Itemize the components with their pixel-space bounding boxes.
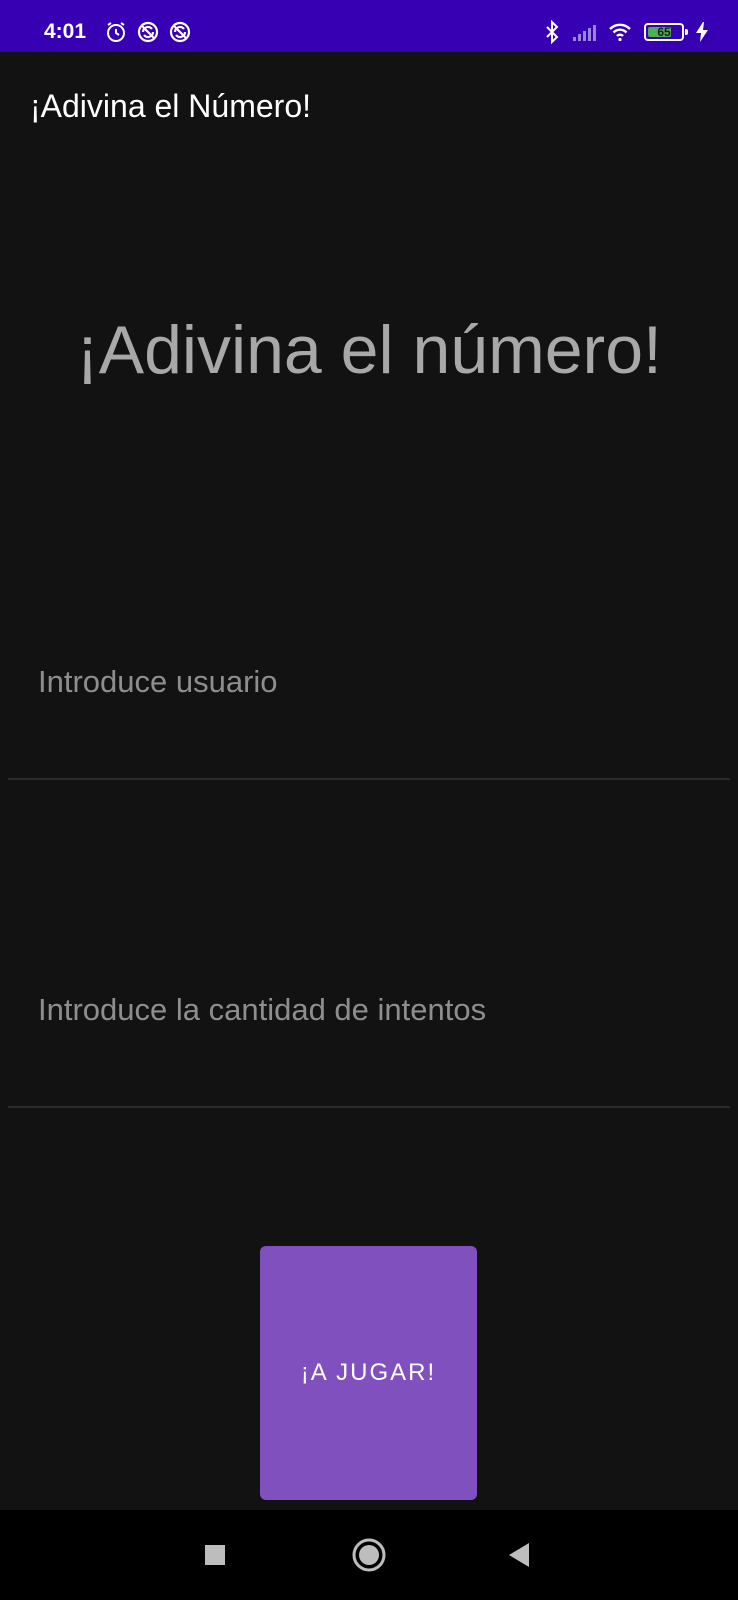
user-input[interactable] (38, 630, 698, 778)
signal-icon (572, 23, 596, 41)
back-icon[interactable] (494, 1530, 544, 1580)
attempts-input[interactable] (38, 958, 698, 1106)
user-field (8, 630, 730, 780)
status-time: 4:01 (44, 20, 87, 43)
page-title: ¡Adivina el número! (76, 312, 662, 388)
navigation-bar (0, 1510, 738, 1600)
status-notification-icons (104, 20, 192, 44)
charging-icon (696, 22, 708, 42)
app-screen: 4:01 65 ¡Adivina el Número! ¡Adivina el … (0, 0, 738, 1600)
home-icon[interactable] (344, 1530, 394, 1580)
battery-level: 65 (657, 25, 671, 39)
status-bar: 4:01 65 (0, 0, 738, 52)
recents-icon[interactable] (190, 1530, 240, 1580)
play-button[interactable]: ¡A JUGAR! (260, 1246, 477, 1500)
no-disturb-icon (168, 20, 192, 44)
wifi-icon (608, 22, 632, 42)
alarm-icon (104, 20, 128, 44)
attempts-field (8, 958, 730, 1108)
app-bar-title: ¡Adivina el Número! (30, 88, 311, 124)
bluetooth-icon (544, 20, 560, 44)
battery-icon: 65 (644, 23, 688, 41)
status-system-icons: 65 (544, 20, 708, 44)
no-disturb-icon (136, 20, 160, 44)
